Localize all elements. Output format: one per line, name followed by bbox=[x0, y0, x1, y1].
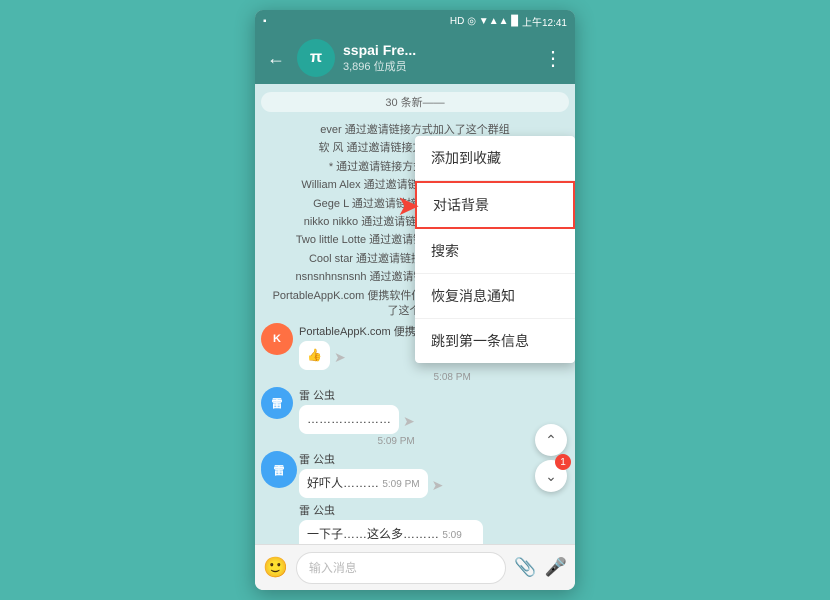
message-4: 雷 公虫 一下子……这么多……… 5:09 PM ➤ bbox=[261, 502, 569, 544]
status-icon: ▪ bbox=[263, 16, 267, 27]
msg2-sender: 雷 公虫 bbox=[299, 387, 415, 403]
phone-container: ▪ HD ◎ ▼▲▲ ▉ 上午12:41 ← π sspai Fre... 3,… bbox=[255, 10, 575, 590]
group-avatar: π bbox=[297, 39, 335, 77]
message-input[interactable]: 输入消息 bbox=[296, 552, 506, 584]
floating-avatar-label: 雷 bbox=[274, 462, 285, 478]
dropdown-menu: 添加到收藏 对话背景 搜索 恢复消息通知 跳到第一条信息 bbox=[415, 136, 575, 363]
header-title: sspai Fre... bbox=[343, 42, 531, 58]
msg4-content: 雷 公虫 一下子……这么多……… 5:09 PM ➤ bbox=[299, 502, 499, 544]
msg2-time: 5:09 PM bbox=[299, 436, 415, 447]
menu-search[interactable]: 搜索 bbox=[415, 229, 575, 274]
more-button[interactable]: ⋮ bbox=[539, 42, 567, 75]
chat-area: 30 条新—— ever 通过邀请链接方式加入了这个群组 软 风 通过邀请链接方… bbox=[255, 84, 575, 544]
msg4-sender: 雷 公虫 bbox=[299, 502, 499, 518]
msg4-bubble: 一下子……这么多……… 5:09 PM bbox=[299, 520, 483, 544]
msg2-avatar: 雷 bbox=[261, 387, 293, 419]
msg2-forward[interactable]: ➤ bbox=[403, 413, 415, 430]
msg1-time: 5:08 PM bbox=[299, 372, 471, 383]
attach-button[interactable]: 📎 bbox=[514, 557, 536, 578]
msg3-forward[interactable]: ➤ bbox=[432, 477, 444, 494]
input-bar: 🙂 输入消息 📎 🎤 bbox=[255, 544, 575, 590]
status-signal: ◎ ▼▲▲ ▉ bbox=[467, 16, 519, 27]
unread-badge: 1 bbox=[555, 454, 571, 470]
new-messages-banner: 30 条新—— bbox=[261, 92, 569, 112]
message-2: 雷 雷 公虫 ………………… ➤ 5:09 PM bbox=[261, 387, 569, 447]
header-subtitle: 3,896 位成员 bbox=[343, 58, 531, 74]
msg3-sender: 雷 公虫 bbox=[299, 451, 443, 467]
msg1-bubble: 👍 bbox=[299, 341, 330, 370]
msg2-content: 雷 公虫 ………………… ➤ 5:09 PM bbox=[299, 387, 415, 447]
status-bar: ▪ HD ◎ ▼▲▲ ▉ 上午12:41 bbox=[255, 10, 575, 32]
floating-avatar: 雷 bbox=[261, 452, 297, 488]
message-placeholder: 输入消息 bbox=[309, 559, 357, 576]
emoji-button[interactable]: 🙂 bbox=[263, 555, 288, 580]
message-3: 雷 雷 公虫 好吓人……… 5:09 PM ➤ bbox=[261, 451, 569, 498]
chat-header: ← π sspai Fre... 3,896 位成员 ⋮ bbox=[255, 32, 575, 84]
menu-restore-notification[interactable]: 恢复消息通知 bbox=[415, 274, 575, 319]
msg3-content: 雷 公虫 好吓人……… 5:09 PM ➤ bbox=[299, 451, 443, 498]
scroll-btn-wrap: ⌃ ⌄ 1 bbox=[535, 424, 567, 492]
scroll-up-button[interactable]: ⌃ bbox=[535, 424, 567, 456]
menu-chat-background[interactable]: 对话背景 bbox=[415, 181, 575, 229]
status-bar-left: ▪ bbox=[263, 16, 267, 27]
msg1-avatar: K bbox=[261, 323, 293, 355]
red-arrow-indicator: ➤ bbox=[397, 189, 420, 222]
menu-jump-first[interactable]: 跳到第一条信息 bbox=[415, 319, 575, 363]
msg1-forward[interactable]: ➤ bbox=[334, 349, 346, 366]
status-time: 上午12:41 bbox=[522, 14, 567, 29]
header-info: sspai Fre... 3,896 位成员 bbox=[343, 42, 531, 74]
menu-add-favorite[interactable]: 添加到收藏 bbox=[415, 136, 575, 181]
back-button[interactable]: ← bbox=[263, 44, 289, 73]
msg3-bubble: 好吓人……… 5:09 PM bbox=[299, 469, 428, 498]
mic-button[interactable]: 🎤 bbox=[545, 557, 567, 578]
msg2-bubble: ………………… bbox=[299, 405, 399, 434]
status-bar-right: HD ◎ ▼▲▲ ▉ 上午12:41 bbox=[450, 14, 567, 29]
status-hd: HD bbox=[450, 16, 464, 27]
